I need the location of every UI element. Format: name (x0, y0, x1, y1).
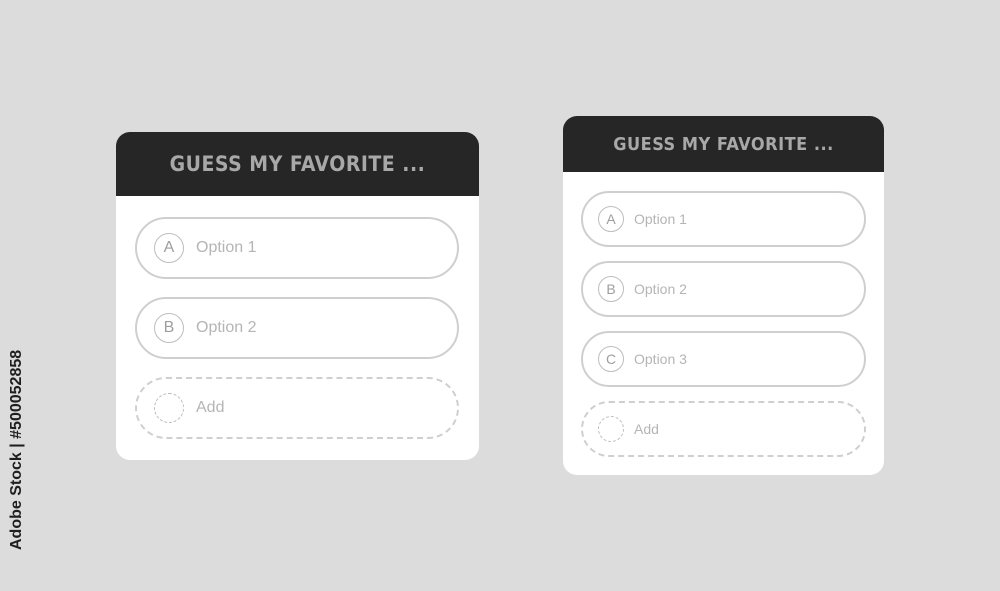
add-option-button[interactable]: Add (135, 377, 459, 439)
poll-option-b[interactable]: B Option 2 (135, 297, 459, 359)
add-label: Add (196, 399, 225, 416)
poll-option-b[interactable]: B Option 2 (581, 261, 866, 317)
add-option-button[interactable]: Add (581, 401, 866, 457)
option-letter-badge: A (154, 233, 184, 263)
poll-card-three-options: GUESS MY FAVORITE ... A Option 1 B Optio… (563, 116, 884, 475)
add-placeholder-icon (598, 416, 624, 442)
stock-watermark-text: Adobe Stock | #500052858 (8, 349, 25, 550)
option-letter-badge: B (598, 276, 624, 302)
add-label: Add (634, 421, 659, 437)
stock-watermark: Adobe Stock | #500052858 (8, 350, 30, 550)
option-label: Option 3 (634, 351, 687, 367)
option-label: Option 2 (634, 281, 687, 297)
option-label: Option 2 (196, 319, 257, 336)
poll-option-c[interactable]: C Option 3 (581, 331, 866, 387)
poll-card-two-options: GUESS MY FAVORITE ... A Option 1 B Optio… (116, 132, 479, 460)
option-letter-badge: B (154, 313, 184, 343)
add-placeholder-icon (154, 393, 184, 423)
option-letter-badge: C (598, 346, 624, 372)
poll-title: GUESS MY FAVORITE ... (563, 116, 884, 172)
option-letter-badge: A (598, 206, 624, 232)
poll-option-a[interactable]: A Option 1 (135, 217, 459, 279)
poll-title: GUESS MY FAVORITE ... (116, 132, 479, 196)
option-label: Option 1 (634, 211, 687, 227)
option-label: Option 1 (196, 239, 257, 256)
poll-option-a[interactable]: A Option 1 (581, 191, 866, 247)
